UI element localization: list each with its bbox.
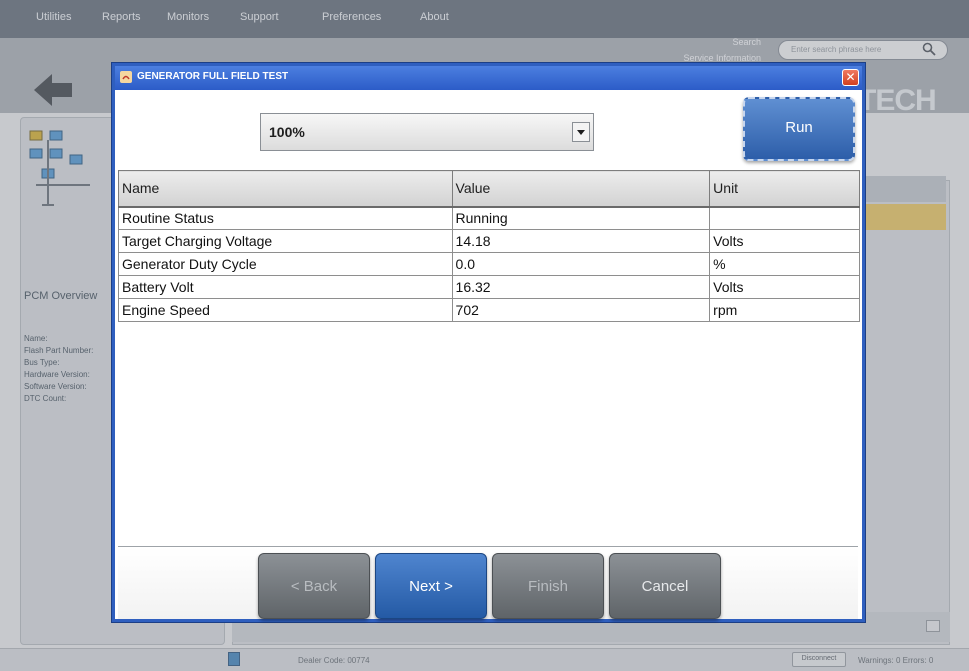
- run-button[interactable]: Run: [743, 97, 855, 161]
- cell-unit: rpm: [709, 298, 860, 322]
- generator-full-field-test-dialog: GENERATOR FULL FIELD TEST ✕ 100% Run Nam…: [112, 63, 865, 622]
- cell-name: Target Charging Voltage: [118, 229, 453, 253]
- table-row[interactable]: Engine Speed 702 rpm: [118, 298, 860, 322]
- finish-button[interactable]: Finish: [492, 553, 604, 619]
- close-icon[interactable]: ✕: [842, 69, 859, 86]
- cell-unit: Volts: [709, 275, 860, 299]
- dialog-title: GENERATOR FULL FIELD TEST: [137, 71, 289, 82]
- column-header-unit[interactable]: Unit: [709, 170, 860, 208]
- table-row[interactable]: Battery Volt 16.32 Volts: [118, 275, 860, 299]
- table-row[interactable]: Routine Status Running: [118, 206, 860, 230]
- cell-value: Running: [451, 206, 711, 230]
- cell-unit: %: [709, 252, 860, 276]
- table-header-row: Name Value Unit: [118, 170, 860, 208]
- dialog-titlebar[interactable]: GENERATOR FULL FIELD TEST ✕: [115, 66, 862, 90]
- cell-value: 702: [451, 298, 711, 322]
- dropdown-arrow-button[interactable]: [572, 122, 590, 142]
- java-app-icon: [120, 71, 132, 83]
- column-header-value[interactable]: Value: [451, 170, 711, 208]
- table-row[interactable]: Generator Duty Cycle 0.0 %: [118, 252, 860, 276]
- cell-unit: [709, 206, 860, 230]
- cell-value: 0.0: [451, 252, 711, 276]
- cell-name: Routine Status: [118, 206, 453, 230]
- cell-unit: Volts: [709, 229, 860, 253]
- back-button[interactable]: < Back: [258, 553, 370, 619]
- results-table: Name Value Unit Routine Status Running T…: [118, 170, 860, 322]
- table-row[interactable]: Target Charging Voltage 14.18 Volts: [118, 229, 860, 253]
- cell-name: Generator Duty Cycle: [118, 252, 453, 276]
- cell-value: 14.18: [451, 229, 711, 253]
- column-header-name[interactable]: Name: [118, 170, 453, 208]
- cancel-button[interactable]: Cancel: [609, 553, 721, 619]
- wizard-button-bar: < Back Next > Finish Cancel: [118, 546, 858, 619]
- cell-value: 16.32: [451, 275, 711, 299]
- cell-name: Battery Volt: [118, 275, 453, 299]
- next-button[interactable]: Next >: [375, 553, 487, 619]
- percent-dropdown[interactable]: 100%: [260, 113, 594, 151]
- chevron-down-icon: [577, 130, 585, 135]
- cell-name: Engine Speed: [118, 298, 453, 322]
- percent-selected-value: 100%: [269, 124, 305, 140]
